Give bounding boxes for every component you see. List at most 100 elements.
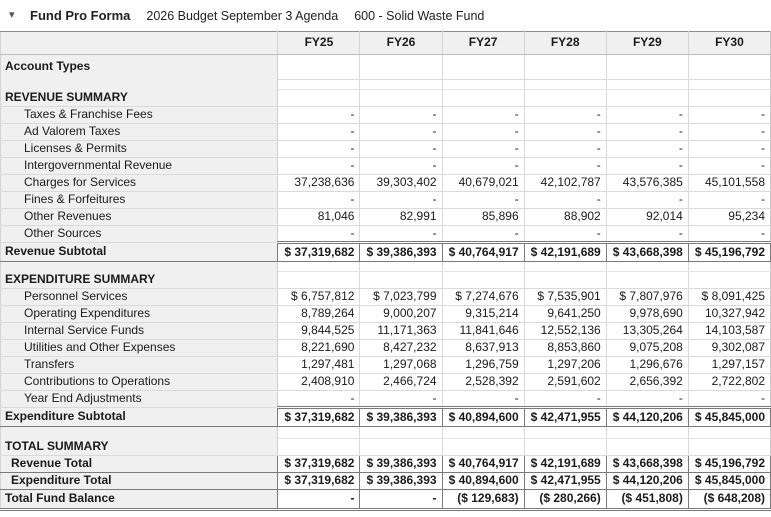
row-label [1,262,278,272]
row-label: Charges for Services [1,175,278,192]
cell-fy27 [442,439,524,456]
cell-fy29 [606,439,688,456]
cell-fy28 [524,439,606,456]
cell-fy25: $ 37,319,682 [278,473,360,490]
row-label: Fines & Forfeitures [1,192,278,209]
row-transfers: Transfers1,297,4811,297,0681,296,7591,29… [1,357,771,374]
cell-fy28 [524,272,606,289]
cell-fy26: 1,297,068 [360,357,442,374]
cell-fy30: - [688,192,770,209]
row-label: Contributions to Operations [1,374,278,391]
row-label: Transfers [1,357,278,374]
row-label: Account Types [1,55,278,80]
cell-fy25: - [278,490,360,510]
cell-fy28: 8,853,860 [524,340,606,357]
row-label: EXPENDITURE SUMMARY [1,272,278,289]
row-label: Revenue Total [1,456,278,473]
cell-fy25 [278,90,360,107]
row-contributions-to-operations: Contributions to Operations2,408,9102,46… [1,374,771,391]
pro-forma-body: Account TypesREVENUE SUMMARYTaxes & Fran… [1,55,771,510]
cell-fy28: 88,902 [524,209,606,226]
cell-fy30: $ 8,091,425 [688,289,770,306]
cell-fy25: - [278,141,360,158]
cell-fy25: - [278,107,360,124]
cell-fy27: 9,315,214 [442,306,524,323]
cell-fy26: - [360,226,442,243]
cell-fy30 [688,427,770,439]
pro-forma-header: ▾ Fund Pro Forma 2026 Budget September 3… [0,0,771,31]
row-label: Licenses & Permits [1,141,278,158]
cell-fy26 [360,90,442,107]
cell-fy25: 37,238,636 [278,175,360,192]
cell-fy25: $ 37,319,682 [278,243,360,262]
cell-fy30: $ 45,196,792 [688,456,770,473]
row-account-types: Account Types [1,55,771,80]
cell-fy26: - [360,107,442,124]
row-expenditure-subtotal: Expenditure Subtotal$ 37,319,682$ 39,386… [1,408,771,427]
row-ad-valorem-taxes: Ad Valorem Taxes------ [1,124,771,141]
row-label: Other Revenues [1,209,278,226]
cell-fy27 [442,80,524,90]
cell-fy30: ($ 648,208) [688,490,770,510]
cell-fy30 [688,55,770,80]
cell-fy26: 2,466,724 [360,374,442,391]
cell-fy27 [442,262,524,272]
column-header-fy29: FY29 [606,32,688,55]
cell-fy30: - [688,141,770,158]
cell-fy28 [524,80,606,90]
column-header-fy27: FY27 [442,32,524,55]
cell-fy26: $ 39,386,393 [360,473,442,490]
cell-fy26 [360,80,442,90]
row-label: TOTAL SUMMARY [1,439,278,456]
cell-fy27: $ 40,894,600 [442,408,524,427]
fund-name: 600 - Solid Waste Fund [354,9,484,23]
cell-fy29 [606,427,688,439]
cell-fy25: $ 37,319,682 [278,456,360,473]
cell-fy27: 2,528,392 [442,374,524,391]
cell-fy29 [606,55,688,80]
column-header-row: FY25FY26FY27FY28FY29FY30 [1,32,771,55]
row-fines-forfeitures: Fines & Forfeitures------ [1,192,771,209]
row-label: Taxes & Franchise Fees [1,107,278,124]
cell-fy30: - [688,226,770,243]
cell-fy26: $ 39,386,393 [360,243,442,262]
cell-fy28: - [524,192,606,209]
cell-fy29: $ 7,807,976 [606,289,688,306]
cell-fy29 [606,262,688,272]
cell-fy27: $ 40,764,917 [442,243,524,262]
cell-fy25: 8,221,690 [278,340,360,357]
cell-fy26: - [360,391,442,408]
row-licenses-permits: Licenses & Permits------ [1,141,771,158]
cell-fy28: $ 42,191,689 [524,243,606,262]
column-header-fy26: FY26 [360,32,442,55]
cell-fy28: 12,552,136 [524,323,606,340]
cell-fy30: 14,103,587 [688,323,770,340]
cell-fy27: $ 40,894,600 [442,473,524,490]
cell-fy28: - [524,141,606,158]
cell-fy25: - [278,124,360,141]
cell-fy28 [524,90,606,107]
cell-fy26: 9,000,207 [360,306,442,323]
cell-fy28: 9,641,250 [524,306,606,323]
spacer-row [1,262,771,272]
row-total-summary: TOTAL SUMMARY [1,439,771,456]
row-label: Total Fund Balance [1,490,278,510]
cell-fy26: $ 7,023,799 [360,289,442,306]
cell-fy30: 45,101,558 [688,175,770,192]
cell-fy28: - [524,391,606,408]
cell-fy25: - [278,158,360,175]
cell-fy26 [360,272,442,289]
cell-fy25: 8,789,264 [278,306,360,323]
cell-fy25 [278,272,360,289]
cell-fy30: 9,302,087 [688,340,770,357]
cell-fy29: ($ 451,808) [606,490,688,510]
collapse-chevron-icon[interactable]: ▾ [9,10,23,21]
cell-fy29: 92,014 [606,209,688,226]
row-revenue-subtotal: Revenue Subtotal$ 37,319,682$ 39,386,393… [1,243,771,262]
cell-fy26: - [360,192,442,209]
cell-fy29: $ 43,668,398 [606,456,688,473]
cell-fy29: 1,296,676 [606,357,688,374]
cell-fy25 [278,439,360,456]
cell-fy27: $ 7,274,676 [442,289,524,306]
cell-fy29: - [606,107,688,124]
